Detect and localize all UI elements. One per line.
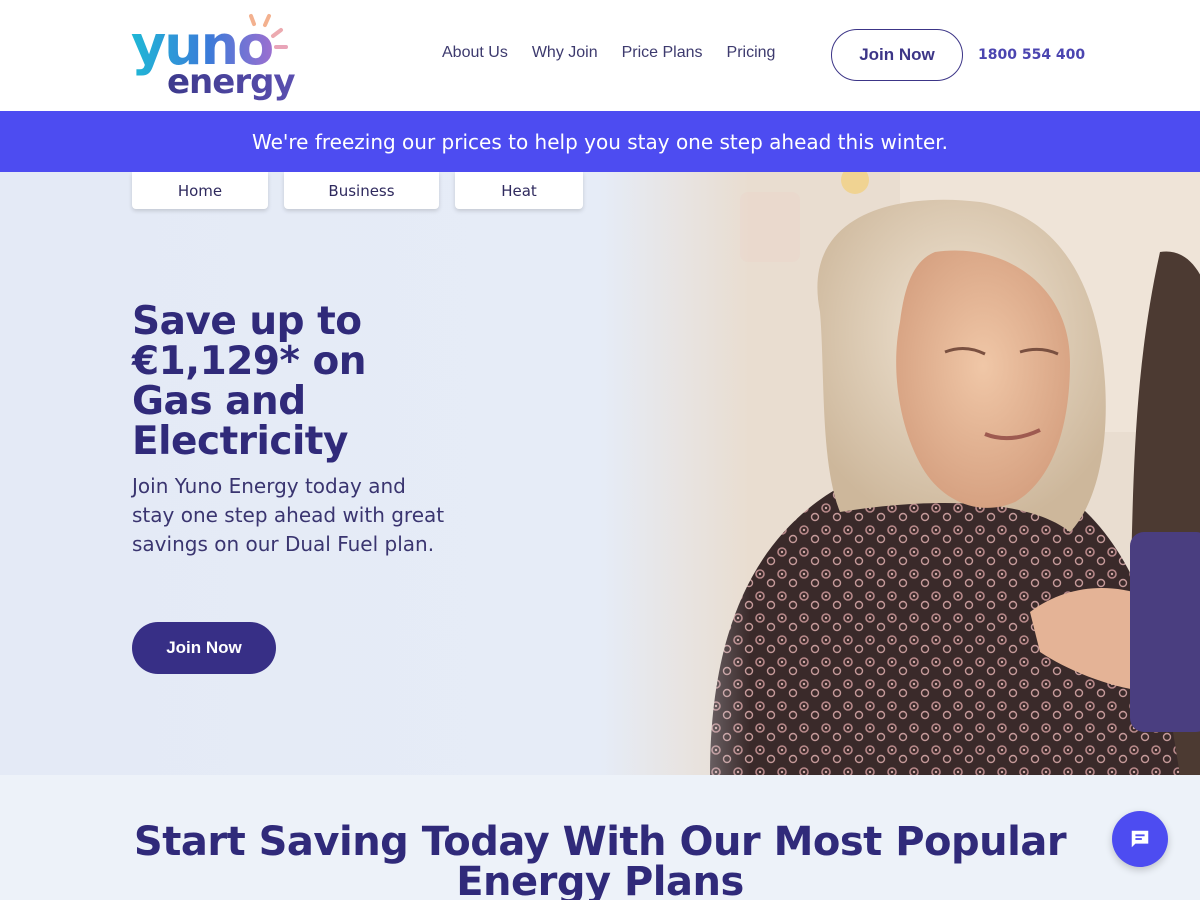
section-title: Start Saving Today With Our Most Popular…	[133, 819, 1067, 900]
logo-wordmark-bottom: energy	[167, 62, 296, 102]
yuno-energy-logo[interactable]: yuno energy	[131, 12, 296, 102]
tab-home[interactable]: Home	[132, 172, 268, 209]
chat-button[interactable]	[1112, 811, 1168, 867]
nav-why-join[interactable]: Why Join	[532, 44, 598, 62]
hero-join-now-button[interactable]: Join Now	[132, 622, 276, 674]
hero-title: Save up to €1,129* on Gas and Electricit…	[132, 299, 367, 464]
hero-photo	[600, 172, 1200, 775]
banner-text: We're freezing our prices to help you st…	[251, 129, 949, 154]
nav-about-us[interactable]: About Us	[442, 44, 508, 62]
hero-section: Home Business Heat Save up to €1,129* on…	[0, 172, 1200, 775]
site-header: yuno energy About Us Why Join Price Plan…	[0, 0, 1200, 111]
phone-number-link[interactable]: 1800 554 400	[978, 47, 1085, 63]
tab-business[interactable]: Business	[284, 172, 439, 209]
nav-price-plans[interactable]: Price Plans	[622, 44, 703, 62]
chat-bubble-icon	[1131, 830, 1149, 848]
header-join-now-button[interactable]: Join Now	[831, 29, 963, 81]
price-freeze-banner: We're freezing our prices to help you st…	[0, 111, 1200, 172]
main-nav: About Us Why Join Price Plans Pricing	[442, 44, 799, 62]
popular-plans-section: Start Saving Today With Our Most Popular…	[0, 775, 1200, 900]
segment-tabs: Home Business Heat	[132, 172, 583, 209]
hero-subtitle: Join Yuno Energy today and stay one step…	[132, 474, 445, 556]
nav-pricing[interactable]: Pricing	[727, 44, 776, 62]
tab-heat[interactable]: Heat	[455, 172, 583, 209]
sun-icon	[249, 14, 288, 49]
